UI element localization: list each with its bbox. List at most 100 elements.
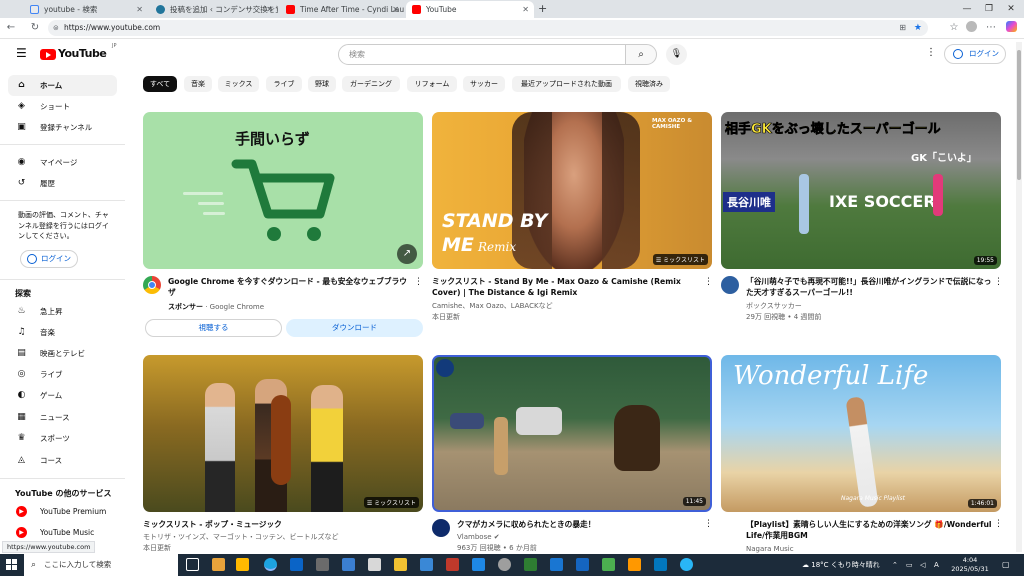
browser-tab-1[interactable]: youtube - 検索 ✕ — [24, 1, 148, 18]
taskbar-app-icon[interactable] — [576, 558, 589, 571]
chip-baseball[interactable]: 野球 — [308, 76, 336, 92]
more-options-icon[interactable]: ⋮ — [704, 519, 713, 529]
video-thumbnail[interactable]: 相手GKをぶっ壊したスーパーゴール GK「こいよ」 長谷川唯 IXE SOCCE… — [721, 112, 1001, 269]
sidebar-item-home[interactable]: ⌂ ホーム — [8, 75, 117, 96]
chip-music[interactable]: 音楽 — [184, 76, 212, 92]
login-button[interactable]: ログイン — [944, 44, 1006, 64]
sidebar-item-courses[interactable]: ◬ コース — [8, 450, 117, 471]
back-icon[interactable]: ← — [4, 21, 18, 35]
taskbar-app-icon[interactable] — [342, 558, 355, 571]
edge-browser-icon[interactable] — [264, 558, 277, 571]
taskbar-app-icon[interactable] — [446, 558, 459, 571]
sidebar-item-live[interactable]: ◎ ライブ — [8, 364, 117, 385]
page-scrollbar[interactable] — [1016, 42, 1022, 552]
close-icon[interactable]: ✕ — [266, 1, 273, 18]
sidebar-item-history[interactable]: ↺ 履歴 — [8, 173, 117, 194]
browser-tab-2[interactable]: 投稿を追加 ‹ コンデンサ交換を覚え… ✕ — [150, 1, 278, 18]
copilot-icon[interactable] — [1004, 21, 1018, 35]
network-icon[interactable]: ▭ — [906, 554, 913, 576]
sidebar-login-button[interactable]: ログイン — [20, 250, 78, 268]
minimize-icon[interactable]: — — [956, 0, 978, 18]
chip-reform[interactable]: リフォーム — [407, 76, 457, 92]
taskbar-app-icon[interactable] — [236, 558, 249, 571]
weather-widget[interactable]: ☁ 18°C くもり時々晴れ — [802, 554, 880, 576]
tray-chevron-icon[interactable]: ⌃ — [892, 554, 898, 576]
search-input[interactable]: 検索 — [338, 44, 626, 65]
taskbar-app-icon[interactable] — [654, 558, 667, 571]
taskbar-app-icon[interactable] — [420, 558, 433, 571]
bookmark-star-icon[interactable]: ★ — [914, 20, 922, 36]
hamburger-menu-icon[interactable]: ☰ — [16, 46, 27, 60]
search-button[interactable]: ⌕ — [625, 44, 657, 65]
video-title[interactable]: ミックスリスト - ポップ・ミュージック — [143, 519, 413, 530]
chip-soccer[interactable]: サッカー — [463, 76, 505, 92]
sidebar-item-trending[interactable]: ♨ 急上昇 — [8, 301, 117, 322]
video-title[interactable]: ミックスリスト - Stand By Me - Max Oazo & Camis… — [432, 276, 702, 298]
close-icon[interactable]: ✕ — [392, 1, 399, 18]
new-tab-button[interactable]: + — [538, 0, 547, 18]
external-link-icon[interactable]: ↗ — [397, 244, 417, 264]
taskbar-search-input[interactable]: ⌕ ここに入力して検索 — [24, 554, 178, 576]
volume-icon[interactable]: ◁ — [920, 554, 925, 576]
ad-title[interactable]: Google Chrome を今すぐダウンロード - 最も安全なウェブブラウザ — [168, 276, 412, 298]
video-thumbnail[interactable]: MAX OAZO & CAMISHE STAND BY ME Remix ☰ ミ… — [432, 112, 712, 269]
settings-dots-icon[interactable]: ⋮ — [926, 47, 936, 58]
chip-mix[interactable]: ミックス — [218, 76, 259, 92]
browser-tab-3[interactable]: Time After Time - Cyndi Lauper (L… ✕ — [280, 1, 404, 18]
file-explorer-icon[interactable] — [394, 558, 407, 571]
clock[interactable]: 4:04 2025/05/31 — [946, 556, 994, 574]
window-close-icon[interactable]: ✕ — [1000, 0, 1022, 18]
video-channel[interactable]: モトリザ・ツインズ、マーゴット・コッテン、ビートルズなど — [143, 532, 338, 542]
chip-recent-uploads[interactable]: 最近アップロードされた動画 — [512, 76, 621, 92]
video-thumbnail[interactable]: Wonderful Life Nagara Music Playlist 1:4… — [721, 355, 1001, 512]
sidebar-item-music-app[interactable]: ▶ YouTube Music — [8, 522, 117, 543]
reload-icon[interactable]: ↻ — [28, 21, 42, 35]
chip-watched[interactable]: 視聴済み — [628, 76, 670, 92]
more-options-icon[interactable]: ⋮ — [994, 519, 1003, 529]
more-options-icon[interactable]: ⋮ — [994, 277, 1003, 287]
video-channel[interactable]: Nagara Music — [746, 544, 794, 554]
ad-download-button[interactable]: ダウンロード — [286, 319, 423, 337]
channel-avatar[interactable] — [721, 276, 739, 294]
notification-icon[interactable]: ▢ — [1002, 554, 1010, 576]
sidebar-item-movies[interactable]: ▤ 映画とテレビ — [8, 343, 117, 364]
ad-thumbnail[interactable]: 手間いらず ↗ — [143, 112, 423, 269]
taskbar-app-icon[interactable] — [628, 558, 641, 571]
task-view-icon[interactable] — [186, 558, 199, 571]
video-channel[interactable]: Vlambose ✔ — [457, 532, 500, 542]
taskbar-app-icon[interactable] — [368, 558, 381, 571]
ad-watch-button[interactable]: 視聴する — [145, 319, 282, 337]
sidebar-item-music[interactable]: ♫ 音楽 — [8, 322, 117, 343]
settings-gear-icon[interactable] — [498, 558, 511, 571]
more-options-icon[interactable]: ⋮ — [414, 277, 423, 287]
site-info-icon[interactable]: ⊜ — [53, 20, 59, 36]
taskbar-app-icon[interactable] — [472, 558, 485, 571]
sidebar-item-shorts[interactable]: ◈ ショート — [8, 96, 117, 117]
close-icon[interactable]: ✕ — [522, 1, 529, 18]
favorites-icon[interactable]: ☆ — [947, 21, 961, 35]
taskbar-app-icon[interactable] — [524, 558, 537, 571]
chrome-avatar-icon[interactable] — [143, 276, 161, 294]
sidebar-item-news[interactable]: ▦ ニュース — [8, 407, 117, 428]
channel-avatar[interactable] — [432, 519, 450, 537]
sidebar-item-subscriptions[interactable]: ▣ 登録チャンネル — [8, 117, 117, 138]
scrollbar-thumb[interactable] — [1017, 50, 1021, 180]
translate-icon[interactable]: ⊞ — [899, 20, 906, 36]
video-thumbnail[interactable]: 11:45 — [432, 355, 712, 512]
video-title[interactable]: 【Playlist】素晴らしい人生にするための洋楽ソング 🎁/Wonderful… — [746, 519, 992, 541]
video-channel[interactable]: ボックスサッカー — [746, 301, 802, 311]
taskbar-app-icon[interactable] — [212, 558, 225, 571]
chip-live[interactable]: ライブ — [266, 76, 302, 92]
voice-search-button[interactable]: 🎙 — [666, 44, 687, 65]
sidebar-item-premium[interactable]: ▶ YouTube Premium — [8, 501, 117, 522]
sidebar-item-mypage[interactable]: ◉ マイページ — [8, 152, 117, 173]
chip-gardening[interactable]: ガーデニング — [342, 76, 400, 92]
browser-tab-4-active[interactable]: YouTube ✕ — [406, 1, 534, 18]
video-channel[interactable]: Camishe、Max Oazo、LABACKなど — [432, 301, 553, 311]
close-icon[interactable]: ✕ — [136, 1, 143, 18]
video-title[interactable]: クマがカメラに収められたときの暴走！ — [457, 519, 697, 530]
maximize-icon[interactable]: ❐ — [978, 0, 1000, 18]
more-options-icon[interactable]: ⋮ — [704, 277, 713, 287]
sidebar-item-sports[interactable]: ♛ スポーツ — [8, 428, 117, 449]
taskbar-app-icon[interactable] — [316, 558, 329, 571]
